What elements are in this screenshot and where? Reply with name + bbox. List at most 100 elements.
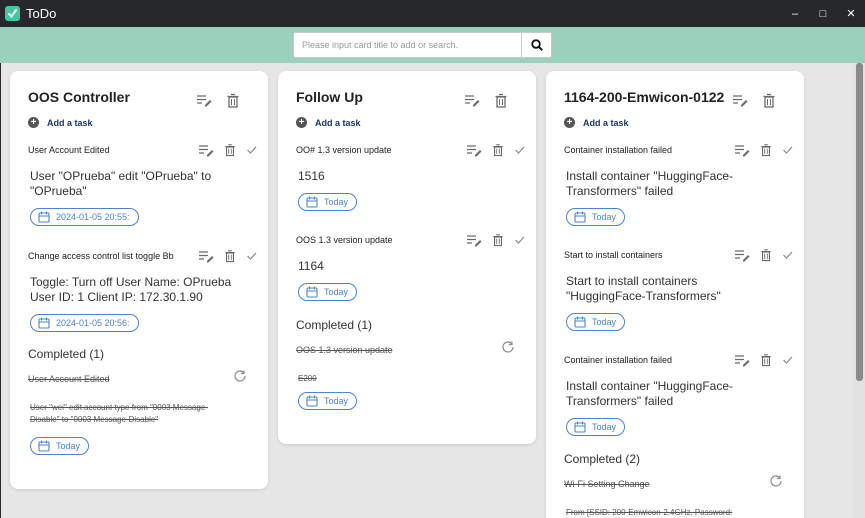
search-button[interactable]: [521, 32, 552, 58]
task-description: Toggle: Turn off User Name: OPrueba User…: [30, 275, 232, 304]
redo-icon[interactable]: [234, 370, 247, 383]
date-pill[interactable]: Today: [298, 193, 358, 211]
task-title: Start to install containers: [564, 250, 663, 260]
task-description: From [SSID: 200-Emwicon-2.4GHz, Password…: [566, 508, 733, 517]
edit-icon[interactable]: [734, 248, 750, 262]
calendar-icon: [306, 286, 318, 298]
board: OOS Controller + Add a task User Account…: [1, 63, 853, 518]
add-task-label: Add a task: [47, 117, 93, 128]
task-title: OOS 1.3 version update: [296, 345, 393, 355]
calendar-icon: [38, 317, 50, 329]
trash-icon[interactable]: [760, 143, 772, 157]
calendar-icon: [306, 395, 318, 407]
edit-icon[interactable]: [734, 143, 750, 157]
list-1164-200-emwicon: 1164-200-Emwicon-0122 + Add a task Conta…: [546, 71, 804, 518]
close-button[interactable]: ✕: [837, 0, 865, 27]
trash-icon[interactable]: [224, 143, 236, 157]
trash-icon[interactable]: [224, 249, 236, 263]
check-icon[interactable]: [782, 145, 793, 155]
edit-icon[interactable]: [464, 93, 480, 107]
check-icon[interactable]: [514, 235, 525, 245]
date-pill[interactable]: Today: [566, 418, 626, 436]
add-task-button[interactable]: + Add a task: [296, 117, 361, 128]
task-date: Today: [592, 317, 617, 327]
task-description: 1516: [298, 169, 325, 183]
search-input[interactable]: [293, 32, 522, 58]
task-title: Change access control list toggle Bb: [28, 251, 174, 261]
list-follow-up: Follow Up + Add a task OO# 1.3 version u…: [278, 71, 536, 444]
task-description: Install container "HuggingFace- Transfor…: [566, 169, 734, 198]
task-description: E200: [298, 374, 317, 383]
list-title: 1164-200-Emwicon-0122: [564, 89, 725, 105]
calendar-icon: [574, 421, 586, 433]
edit-icon[interactable]: [732, 93, 748, 107]
date-pill[interactable]: Today: [298, 392, 358, 410]
edit-icon[interactable]: [734, 353, 750, 367]
task-title: User Account Edited: [28, 145, 110, 155]
trash-icon[interactable]: [226, 93, 240, 108]
scrollbar-thumb[interactable]: [856, 63, 863, 381]
trash-icon[interactable]: [492, 233, 504, 247]
add-task-label: Add a task: [583, 117, 629, 128]
completed-label[interactable]: Completed (1): [28, 347, 104, 361]
task-date: Today: [324, 197, 349, 207]
edit-icon[interactable]: [466, 233, 482, 247]
check-icon[interactable]: [782, 250, 793, 260]
add-task-button[interactable]: + Add a task: [564, 117, 629, 128]
check-icon[interactable]: [514, 145, 525, 155]
search-bar: [0, 27, 865, 63]
window-controls: – □ ✕: [781, 0, 865, 27]
calendar-icon: [574, 211, 586, 223]
trash-icon[interactable]: [760, 248, 772, 262]
task-date: 2024-01-05 20:56:: [56, 318, 130, 328]
app-check-icon: [5, 6, 20, 21]
date-pill[interactable]: Today: [30, 437, 90, 455]
list-oos-controller: OOS Controller + Add a task User Account…: [10, 71, 268, 489]
date-pill[interactable]: Today: [566, 208, 626, 226]
completed-label[interactable]: Completed (2): [564, 452, 640, 466]
edit-icon[interactable]: [198, 249, 214, 263]
window-titlebar: ToDo – □ ✕: [0, 0, 865, 27]
completed-label[interactable]: Completed (1): [296, 318, 372, 332]
task-title: Container installation failed: [564, 355, 673, 365]
vertical-scrollbar[interactable]: [853, 63, 865, 518]
task-date: 2024-01-05 20:55:: [56, 212, 130, 222]
date-pill[interactable]: Today: [298, 283, 358, 301]
check-icon[interactable]: [246, 251, 257, 261]
date-pill[interactable]: 2024-01-05 20:55:: [30, 208, 139, 226]
calendar-icon: [38, 440, 50, 452]
calendar-icon: [306, 196, 318, 208]
edit-icon[interactable]: [196, 93, 212, 107]
minimize-button[interactable]: –: [781, 0, 809, 27]
task-description: Install container "HuggingFace- Transfor…: [566, 379, 734, 408]
redo-icon[interactable]: [502, 341, 515, 354]
add-task-button[interactable]: + Add a task: [28, 117, 93, 128]
task-title: OO# 1.3 version update: [296, 145, 392, 155]
task-title: Wi-Fi Setting Change: [564, 479, 650, 489]
calendar-icon: [38, 211, 50, 223]
check-icon[interactable]: [246, 145, 257, 155]
date-pill[interactable]: 2024-01-05 20:56:: [30, 314, 139, 332]
trash-icon[interactable]: [492, 143, 504, 157]
check-icon[interactable]: [782, 355, 793, 365]
add-circle-icon: +: [296, 117, 307, 128]
task-title: Container installation failed: [564, 145, 673, 155]
add-circle-icon: +: [28, 117, 39, 128]
maximize-button[interactable]: □: [809, 0, 837, 27]
edit-icon[interactable]: [466, 143, 482, 157]
add-circle-icon: +: [564, 117, 575, 128]
window-title: ToDo: [26, 6, 57, 21]
edit-icon[interactable]: [198, 143, 214, 157]
task-title: OOS 1.3 version update: [296, 235, 393, 245]
date-pill[interactable]: Today: [566, 313, 626, 331]
trash-icon[interactable]: [762, 93, 776, 108]
add-task-label: Add a task: [315, 117, 361, 128]
redo-icon[interactable]: [770, 475, 783, 488]
task-description: User "OPrueba" edit "OPrueba" to "OPrueb…: [30, 169, 212, 198]
trash-icon[interactable]: [760, 353, 772, 367]
task-title: User Account Edited: [28, 374, 110, 384]
task-date: Today: [56, 441, 81, 451]
trash-icon[interactable]: [494, 93, 508, 108]
task-description: Start to install containers "HuggingFace…: [566, 274, 721, 303]
list-title: Follow Up: [296, 89, 363, 105]
